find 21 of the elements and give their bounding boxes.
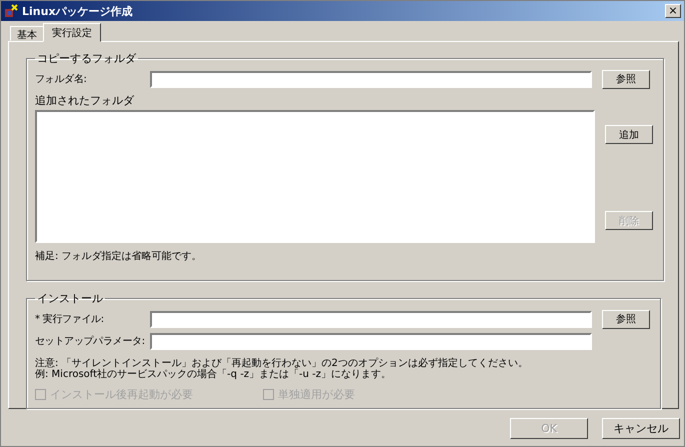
window-title: Linuxパッケージ作成	[22, 4, 134, 18]
browse-button[interactable]: 参照	[602, 70, 650, 88]
executable-field[interactable]	[150, 310, 592, 328]
field-label: セットアップパラメータ:	[35, 334, 146, 348]
browse-button[interactable]: 参照	[602, 310, 650, 328]
group-title: インストール	[36, 291, 104, 306]
note-text: 例: Microsoft社のサービスパックの場合「-q -z」または「-u -z」になります。	[35, 369, 392, 380]
app-icon	[4, 4, 18, 18]
note-text: 注意: 「サイレントインストール」および「再起動を行わない」の2つのオプションは必ず指定してください。	[35, 358, 529, 369]
add-button[interactable]: 追加	[605, 125, 653, 144]
group-title: コピーするフォルダ	[36, 51, 138, 66]
field-label: * 実行ファイル:	[35, 312, 105, 326]
note-text: 補足: フォルダ指定は省略可能です。	[35, 250, 203, 263]
close-button[interactable]: ×	[665, 4, 681, 18]
tab[interactable]: 基本	[10, 26, 44, 41]
field-label: フォルダ名:	[35, 73, 88, 86]
tab[interactable]: 実行設定	[43, 23, 101, 42]
folder-name-field[interactable]	[150, 70, 592, 88]
dialog-button[interactable]: キャンセル	[602, 418, 680, 439]
parameter-field[interactable]	[150, 332, 592, 350]
list-label: 追加されたフォルダ	[35, 93, 136, 108]
